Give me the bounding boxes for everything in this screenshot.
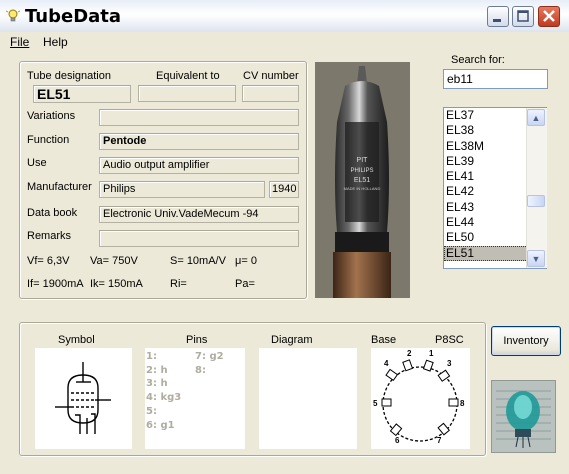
tube-designation-label: Tube designation: [27, 70, 111, 82]
tube-designation-field[interactable]: EL51: [33, 85, 131, 103]
equivalent-to-field[interactable]: [138, 85, 236, 102]
pin-1-text: 1:: [146, 351, 157, 362]
list-scrollbar[interactable]: [526, 108, 547, 268]
pin-8-text: 8:: [195, 364, 206, 376]
mu-value: μ= 0: [235, 255, 257, 267]
base-type-label: P8SC: [435, 334, 464, 346]
menu-file[interactable]: File: [10, 35, 29, 49]
va-value: Va= 750V: [90, 255, 138, 267]
photo-text-1: PIT: [357, 157, 369, 164]
pin-4-text: 4: kg3: [146, 392, 182, 404]
pentode-symbol-icon: [55, 362, 111, 434]
diagram-label: Diagram: [271, 334, 313, 346]
variations-field[interactable]: [99, 109, 299, 126]
ik-value: Ik= 150mA: [90, 278, 143, 290]
cv-number-label: CV number: [243, 70, 299, 82]
base-pin-6: 6: [395, 436, 400, 445]
pin-3-text: 3: h: [146, 378, 168, 390]
pa-value: Pa=: [235, 278, 255, 290]
variations-label: Variations: [27, 110, 76, 122]
base-panel: 1 2 3 4 5 6 7 8: [371, 348, 470, 449]
manufacturer-label: Manufacturer: [27, 181, 92, 193]
tube-logo-icon[interactable]: [491, 380, 556, 453]
use-label: Use: [27, 157, 47, 169]
base-pin-7: 7: [437, 436, 442, 445]
pin-5-text: 5:: [146, 405, 157, 417]
window-title: TubeData: [25, 6, 122, 27]
menu-bar: [0, 32, 569, 52]
base-pin-diagram: 1 2 3 4 5 6 7 8: [373, 349, 465, 445]
tube-photo: PIT PHILIPS EL51 MADE IN HOLLAND: [315, 62, 410, 298]
if-value: If= 1900mA: [27, 278, 84, 290]
lightbulb-icon: [5, 9, 21, 23]
manufacturer-field[interactable]: Philips: [99, 181, 265, 198]
photo-text-3: EL51: [354, 177, 370, 184]
symbol-label: Symbol: [58, 334, 95, 346]
function-label: Function: [27, 134, 70, 146]
pins-right-column: 7: g2 8:: [195, 350, 224, 377]
base-pin-2: 2: [407, 349, 412, 358]
pins-label: Pins: [186, 334, 208, 346]
search-input[interactable]: [443, 69, 548, 89]
menu-file-label: File: [10, 35, 30, 49]
year-field[interactable]: 1940: [269, 181, 299, 198]
base-label: Base: [371, 334, 397, 346]
pin-7-text: 7: g2: [195, 351, 224, 362]
vf-value: Vf= 6,3V: [27, 255, 70, 267]
scroll-thumb[interactable]: [527, 195, 545, 207]
cv-number-field[interactable]: [242, 85, 299, 102]
remarks-label: Remarks: [27, 230, 72, 242]
base-pin-3: 3: [447, 359, 452, 368]
inventory-button[interactable]: Inventory: [491, 326, 561, 356]
remarks-field[interactable]: [99, 230, 299, 247]
pin-6-text: 6: g1: [146, 419, 175, 431]
scroll-down-button[interactable]: ▼: [527, 250, 545, 267]
diagram-panel: [259, 348, 357, 449]
maximize-button[interactable]: [512, 6, 534, 27]
scroll-up-button[interactable]: ▲: [527, 109, 545, 126]
base-pin-8: 8: [460, 399, 465, 408]
menu-help[interactable]: Help: [43, 35, 68, 49]
s-value: S= 10mA/V: [170, 255, 226, 267]
data-book-field[interactable]: Electronic Univ.VadeMecum -94: [99, 206, 299, 223]
photo-text-2: PHILIPS: [350, 168, 373, 174]
pin-2-text: 2: h: [146, 364, 168, 376]
use-field[interactable]: Audio output amplifier: [99, 157, 299, 174]
pins-left-column: 1: 2: h 3: h 4: kg3 5: 6: g1: [146, 350, 181, 432]
base-pin-4: 4: [384, 359, 389, 368]
close-button[interactable]: [538, 6, 560, 27]
symbol-panel: [35, 348, 132, 449]
data-book-label: Data book: [27, 207, 78, 219]
base-pin-1: 1: [429, 349, 434, 358]
base-pin-5: 5: [373, 399, 378, 408]
ri-value: Ri=: [170, 278, 187, 290]
function-field[interactable]: Pentode: [99, 133, 299, 150]
equivalent-to-label: Equivalent to: [156, 70, 220, 82]
minimize-button[interactable]: [487, 6, 509, 27]
search-label: Search for:: [451, 54, 505, 66]
menu-help-label: Help: [43, 35, 68, 49]
photo-text-4: MADE IN HOLLAND: [344, 186, 381, 191]
